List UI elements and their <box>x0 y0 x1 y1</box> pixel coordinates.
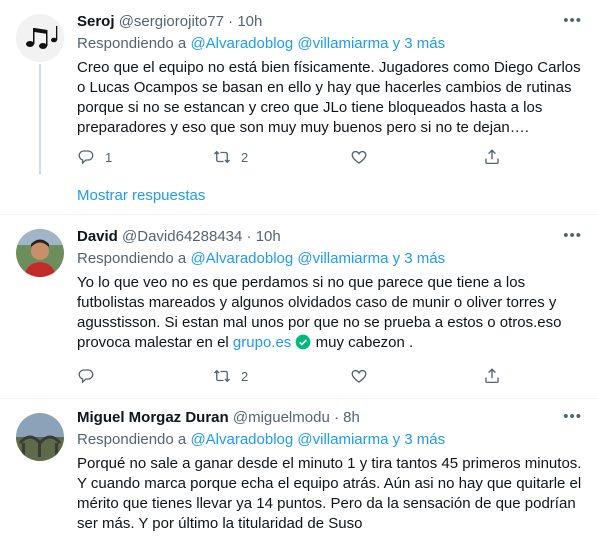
tweet-1[interactable]: Seroj @sergiorojito77 · 10h Respondiendo… <box>0 0 598 215</box>
replying-to-link[interactable]: @Alvaradoblog @villamiarma y 3 más <box>190 35 445 52</box>
avatar[interactable] <box>16 14 64 62</box>
tweet-header: Miguel Morgaz Duran @miguelmodu · 8h <box>77 408 584 428</box>
replying-to: Respondiendo a @Alvaradoblog @villamiarm… <box>77 34 584 54</box>
more-icon[interactable]: ••• <box>563 12 582 29</box>
share-button[interactable] <box>483 148 501 166</box>
tweet-actions: 2 <box>77 367 517 387</box>
share-icon <box>485 149 499 165</box>
retweet-count: 2 <box>241 368 249 384</box>
replying-prefix: Respondiendo a <box>77 250 191 267</box>
verified-check-icon <box>296 334 311 350</box>
tweet-text: Porqué no sale a ganar desde el minuto 1… <box>77 455 582 532</box>
tweet-3[interactable]: Miguel Morgaz Duran @miguelmodu · 8h Res… <box>0 399 598 541</box>
retweet-icon <box>214 369 230 383</box>
tweet-actions: 1 2 <box>77 148 517 168</box>
reply-button[interactable] <box>77 367 105 385</box>
tweet-link[interactable]: grupo.es <box>233 334 291 351</box>
avatar[interactable] <box>16 413 64 461</box>
author-handle[interactable]: @sergiorojito77 <box>119 13 224 30</box>
like-button[interactable] <box>350 367 378 385</box>
retweet-icon <box>214 150 230 164</box>
author-name[interactable]: Seroj <box>77 13 115 30</box>
author-name[interactable]: Miguel Morgaz Duran <box>77 409 229 426</box>
tweet-text: Yo lo que veo no es que perdamos si no q… <box>77 273 584 353</box>
like-icon <box>351 150 367 164</box>
timestamp[interactable]: 10h <box>237 13 262 30</box>
author-handle[interactable]: @David64288434 <box>122 228 242 245</box>
replying-prefix: Respondiendo a <box>77 431 191 448</box>
reply-icon <box>78 150 94 165</box>
reply-button[interactable]: 1 <box>77 148 112 166</box>
author-handle[interactable]: @miguelmodu <box>233 409 330 426</box>
replying-to-link[interactable]: @Alvaradoblog @villamiarma y 3 más <box>190 250 445 267</box>
separator-dot: · <box>246 228 252 245</box>
tweet-text-part: muy cabezon . <box>311 334 414 351</box>
share-icon <box>485 368 499 384</box>
retweet-button[interactable]: 2 <box>213 367 248 385</box>
separator-dot: · <box>333 409 339 426</box>
tweet-header: David @David64288434 · 10h <box>77 227 584 247</box>
tweet-text: Creo que el equipo no está bien físicame… <box>77 59 581 136</box>
replying-prefix: Respondiendo a <box>77 35 191 52</box>
like-icon <box>351 369 367 383</box>
timestamp[interactable]: 8h <box>343 409 360 426</box>
reply-count: 1 <box>105 149 113 165</box>
avatar[interactable] <box>16 229 64 277</box>
thread-line <box>39 64 41 174</box>
separator-dot: · <box>228 13 234 30</box>
retweet-button[interactable]: 2 <box>213 148 248 166</box>
reply-icon <box>78 369 94 384</box>
like-button[interactable] <box>350 148 378 166</box>
replying-to: Respondiendo a @Alvaradoblog @villamiarm… <box>77 430 584 450</box>
share-button[interactable] <box>483 367 501 385</box>
tweet-header: Seroj @sergiorojito77 · 10h <box>77 12 584 32</box>
more-icon[interactable]: ••• <box>563 408 582 425</box>
replying-to: Respondiendo a @Alvaradoblog @villamiarm… <box>77 249 584 269</box>
show-replies-link[interactable]: Mostrar respuestas <box>77 187 205 204</box>
tweet-2[interactable]: David @David64288434 · 10h Respondiendo … <box>0 215 598 399</box>
author-name[interactable]: David <box>77 228 118 245</box>
replying-to-link[interactable]: @Alvaradoblog @villamiarma y 3 más <box>190 431 445 448</box>
timestamp[interactable]: 10h <box>256 228 281 245</box>
retweet-count: 2 <box>241 149 249 165</box>
more-icon[interactable]: ••• <box>563 227 582 244</box>
